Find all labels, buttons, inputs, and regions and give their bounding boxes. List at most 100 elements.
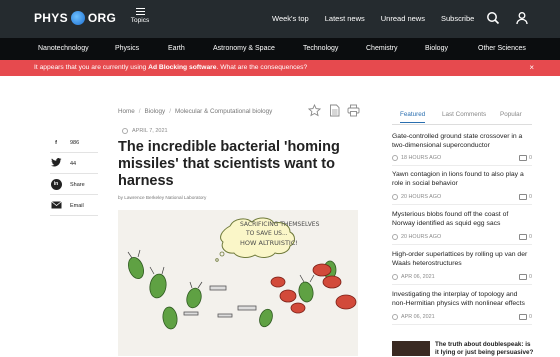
category-nanotechnology[interactable]: Nanotechnology	[38, 45, 89, 52]
nav-weeks-top[interactable]: Week's top	[272, 14, 309, 23]
twitter-count: 44	[70, 160, 77, 167]
list-item[interactable]: High-order superlattices by rolling up v…	[392, 250, 532, 285]
comment-count-text: 0	[529, 314, 532, 320]
comment-icon	[519, 194, 527, 200]
category-technology[interactable]: Technology	[303, 45, 338, 52]
facebook-count: 986	[70, 139, 80, 146]
news-meta: APR 06, 2021 0	[392, 314, 532, 320]
news-meta: APR 06, 2021 0	[392, 274, 532, 280]
comment-icon	[519, 234, 527, 240]
category-physics[interactable]: Physics	[115, 45, 139, 52]
nav-unread-news[interactable]: Unread news	[381, 14, 425, 23]
comment-count: 0	[519, 155, 532, 161]
sidebar-tabs: Featured Last Comments Popular	[392, 108, 532, 125]
bubble-text-3: HOW ALTRUISTIC!	[240, 239, 298, 247]
news-headline[interactable]: Gate-controlled ground state crossover i…	[392, 132, 532, 150]
clock-icon	[392, 155, 398, 161]
breadcrumb-molecular[interactable]: Molecular & Computational biology	[175, 108, 272, 115]
topics-menu-button[interactable]: Topics	[127, 8, 153, 24]
category-bar: Nanotechnology Physics Earth Astronomy &…	[0, 38, 560, 60]
promo-headline[interactable]: The truth about doublespeak: is it lying…	[435, 341, 535, 357]
menu-icon	[135, 8, 145, 15]
list-item[interactable]: Yawn contagion in lions found to also pl…	[392, 170, 532, 205]
breadcrumb-home[interactable]: Home	[118, 108, 135, 115]
category-astronomy-space[interactable]: Astronomy & Space	[213, 45, 275, 52]
category-earth[interactable]: Earth	[168, 45, 185, 52]
tab-last-comments[interactable]: Last Comments	[442, 111, 486, 118]
clock-icon	[392, 194, 398, 200]
news-headline[interactable]: Yawn contagion in lions found to also pl…	[392, 170, 532, 188]
twitter-icon	[50, 158, 62, 169]
breadcrumb-separator: /	[138, 108, 141, 115]
search-icon[interactable]	[486, 11, 500, 25]
topics-label: Topics	[130, 17, 150, 24]
bubble-text-2: TO SAVE US...	[245, 230, 288, 237]
pdf-icon[interactable]	[328, 104, 341, 117]
news-meta: 20 HOURS AGO 0	[392, 234, 532, 240]
list-item[interactable]: Gate-controlled ground state crossover i…	[392, 132, 532, 166]
comment-count: 0	[519, 314, 532, 320]
news-headline[interactable]: High-order superlattices by rolling up v…	[392, 250, 532, 268]
list-item[interactable]: Mysterious blobs found off the coast of …	[392, 210, 532, 245]
breadcrumb: Home / Biology / Molecular & Computation…	[118, 108, 272, 115]
list-item[interactable]: Investigating the interplay of topology …	[392, 290, 532, 325]
news-time: 20 HOURS AGO	[401, 194, 442, 200]
adblock-prefix: It appears that you are currently using	[34, 64, 147, 71]
facebook-icon: f	[55, 139, 57, 146]
linkedin-label: Share	[70, 181, 85, 188]
article-date: APRIL 7, 2021	[122, 128, 168, 134]
comment-icon	[519, 274, 527, 280]
comment-count-text: 0	[529, 155, 532, 161]
category-biology[interactable]: Biology	[425, 45, 448, 52]
globe-icon	[70, 11, 85, 25]
close-banner-icon[interactable]: ×	[529, 63, 534, 72]
comment-count-text: 0	[529, 274, 532, 280]
article-title: The incredible bacterial 'homing missile…	[118, 139, 340, 189]
share-linkedin[interactable]: in Share	[50, 175, 98, 195]
logo-right: ORG	[87, 11, 117, 25]
news-time: 18 HOURS AGO	[401, 155, 442, 161]
nav-latest-news[interactable]: Latest news	[325, 14, 365, 23]
user-icon[interactable]	[515, 11, 529, 25]
news-meta: 18 HOURS AGO 0	[392, 155, 532, 161]
clock-icon	[392, 234, 398, 240]
email-label: Email	[70, 202, 84, 209]
bookmark-star-icon[interactable]	[308, 104, 321, 117]
tab-popular[interactable]: Popular	[500, 111, 522, 118]
email-icon	[50, 200, 62, 211]
news-time: APR 06, 2021	[401, 314, 435, 320]
news-headline[interactable]: Mysterious blobs found off the coast of …	[392, 210, 532, 228]
comment-count: 0	[519, 274, 532, 280]
category-chemistry[interactable]: Chemistry	[366, 45, 398, 52]
article-image[interactable]: SACRIFICING THEMSELVES TO SAVE US... HOW…	[118, 210, 358, 356]
bacteria-illustration: SACRIFICING THEMSELVES TO SAVE US... HOW…	[127, 217, 357, 330]
logo-left: PHYS	[34, 11, 68, 25]
comment-icon	[519, 155, 527, 161]
news-time: 20 HOURS AGO	[401, 234, 442, 240]
adblock-bold-link[interactable]: Ad Blocking software	[148, 64, 216, 71]
news-time: APR 06, 2021	[401, 274, 435, 280]
promo-thumbnail[interactable]	[392, 341, 430, 356]
linkedin-glyph: in	[50, 179, 62, 190]
bubble-text-1: SACRIFICING THEMSELVES	[240, 221, 320, 228]
share-twitter[interactable]: 44	[50, 154, 98, 174]
tab-featured[interactable]: Featured	[400, 111, 426, 123]
news-meta: 20 HOURS AGO 0	[392, 194, 532, 200]
article-date-text: APRIL 7, 2021	[132, 128, 168, 134]
breadcrumb-biology[interactable]: Biology	[145, 108, 166, 115]
comment-count: 0	[519, 234, 532, 240]
share-facebook[interactable]: f 986	[50, 133, 98, 153]
nav-subscribe[interactable]: Subscribe	[441, 14, 474, 23]
clock-icon	[392, 274, 398, 280]
comment-count-text: 0	[529, 194, 532, 200]
news-headline[interactable]: Investigating the interplay of topology …	[392, 290, 532, 308]
site-logo[interactable]: PHYS ORG	[34, 11, 116, 25]
comment-count: 0	[519, 194, 532, 200]
share-email[interactable]: Email	[50, 196, 98, 216]
adblock-suffix-link[interactable]: . What are the consequences?	[217, 64, 308, 71]
top-bar: PHYS ORG Topics Week's top Latest news U…	[0, 0, 560, 38]
category-other-sciences[interactable]: Other Sciences	[478, 45, 526, 52]
adblock-message: It appears that you are currently using …	[34, 64, 307, 71]
clock-icon	[122, 128, 128, 134]
print-icon[interactable]	[347, 104, 360, 117]
